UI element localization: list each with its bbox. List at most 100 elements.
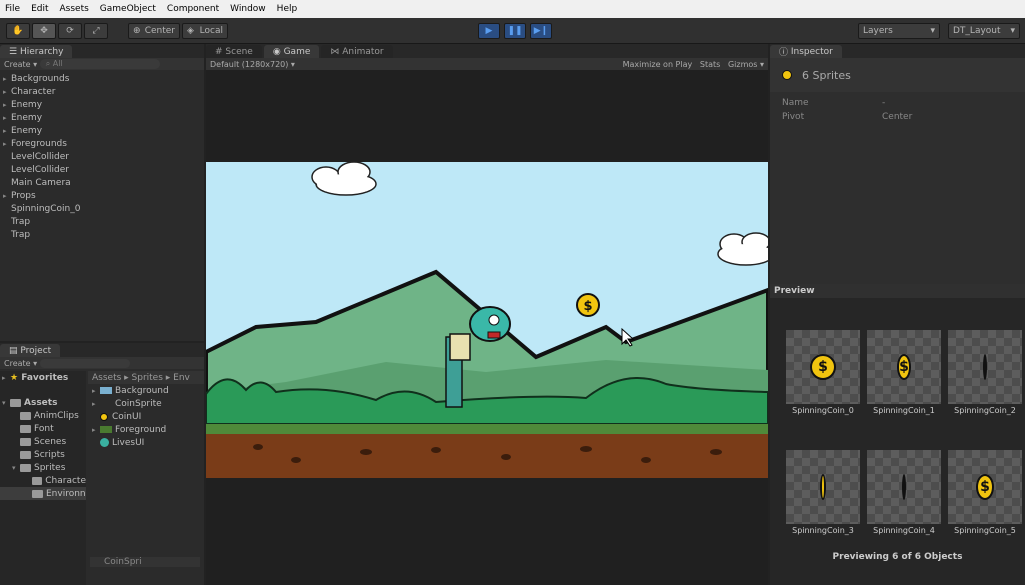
- tab-game[interactable]: ◉ Game: [263, 45, 320, 58]
- inspector-panel: ⓘ Inspector 6 Sprites Name - Pivot Center: [770, 44, 1025, 284]
- resolution-dropdown[interactable]: Default (1280x720) ▾: [210, 60, 295, 69]
- name-value[interactable]: -: [882, 98, 885, 112]
- folder-font[interactable]: Font: [0, 422, 86, 435]
- asset-coinui[interactable]: CoinUI: [88, 410, 204, 423]
- triangle-icon[interactable]: ▸: [3, 140, 11, 148]
- hierarchy-item[interactable]: ▸ Foregrounds: [0, 137, 204, 150]
- preview-thumbnail: [786, 450, 860, 524]
- project-create-button[interactable]: Create: [4, 359, 31, 368]
- menu-component[interactable]: Component: [162, 4, 225, 14]
- hierarchy-item[interactable]: LevelCollider: [0, 163, 204, 176]
- folder-environment[interactable]: Environn: [0, 487, 86, 500]
- triangle-icon[interactable]: ▸: [3, 192, 11, 200]
- hierarchy-item-label: Enemy: [11, 125, 43, 136]
- asset-livesui[interactable]: LivesUI: [88, 436, 204, 449]
- folder-scenes[interactable]: Scenes: [0, 435, 86, 448]
- preview-sprite[interactable]: SpinningCoin_4: [867, 450, 944, 535]
- preview-sprite[interactable]: SpinningCoin_3: [786, 450, 863, 535]
- layers-dropdown[interactable]: Layers ▾: [858, 23, 940, 39]
- dropdown-icon: ▾: [30, 59, 40, 69]
- hierarchy-item[interactable]: Trap: [0, 228, 204, 241]
- layout-dropdown[interactable]: DT_Layout ▾: [948, 23, 1020, 39]
- space-toggle[interactable]: ◈ Local: [182, 23, 228, 39]
- hierarchy-item-label: Backgrounds: [11, 73, 70, 84]
- folder-label: Characte: [45, 475, 86, 486]
- hierarchy-item-label: LevelCollider: [11, 164, 69, 175]
- hierarchy-item[interactable]: ▸ Backgrounds: [0, 72, 204, 85]
- menu-edit[interactable]: Edit: [26, 4, 54, 14]
- coin-icon: [902, 474, 906, 500]
- pause-icon: ❚❚: [507, 26, 523, 36]
- hierarchy-item[interactable]: ▸ Enemy: [0, 124, 204, 137]
- play-button[interactable]: ▶: [478, 23, 500, 39]
- pivot-toggle[interactable]: ⊕ Center: [128, 23, 180, 39]
- hierarchy-item[interactable]: ▸ Enemy: [0, 98, 204, 111]
- triangle-icon[interactable]: ▸: [3, 101, 11, 109]
- hierarchy-item[interactable]: SpinningCoin_0: [0, 202, 204, 215]
- project-search-input[interactable]: [39, 358, 130, 368]
- folder-animclips[interactable]: AnimClips: [0, 409, 86, 422]
- tab-inspector[interactable]: ⓘ Inspector: [770, 45, 842, 58]
- triangle-icon[interactable]: ▸: [3, 75, 11, 83]
- game-icon: ◉: [272, 46, 284, 57]
- scale-tool-button[interactable]: ⤢: [84, 23, 108, 39]
- menu-file[interactable]: File: [0, 4, 26, 14]
- triangle-icon: ▸: [92, 386, 96, 395]
- hand-tool-button[interactable]: ✋: [6, 23, 30, 39]
- tab-animator[interactable]: ⋈ Animator: [321, 45, 393, 58]
- hierarchy-item[interactable]: ▸ Props: [0, 189, 204, 202]
- triangle-icon[interactable]: ▸: [3, 127, 11, 135]
- preview-sprite-label: SpinningCoin_0: [792, 406, 854, 415]
- hierarchy-item[interactable]: Trap: [0, 215, 204, 228]
- hierarchy-item-label: Enemy: [11, 112, 43, 123]
- triangle-icon[interactable]: ▸: [3, 114, 11, 122]
- folder-label: Sprites: [34, 462, 66, 473]
- tab-hierarchy[interactable]: ☰ Hierarchy: [0, 45, 73, 58]
- favorites-item[interactable]: ▸ ★ Favorites: [0, 371, 86, 384]
- asset-background[interactable]: ▸ Background: [88, 384, 204, 397]
- project-tabbar: ▤ Project: [0, 343, 204, 357]
- tab-scene[interactable]: # Scene: [206, 45, 262, 58]
- preview-sprite[interactable]: $ SpinningCoin_1: [867, 330, 944, 415]
- gizmos-dropdown[interactable]: Gizmos: [728, 60, 757, 69]
- hierarchy-item[interactable]: ▸ Character: [0, 85, 204, 98]
- folder-characters[interactable]: Characte: [0, 474, 86, 487]
- folder-icon: [32, 489, 43, 498]
- menu-gameobject[interactable]: GameObject: [95, 4, 162, 14]
- hierarchy-search-input[interactable]: ⌕ All: [39, 59, 160, 69]
- step-button[interactable]: ▶❙: [530, 23, 552, 39]
- rotate-icon: ⟳: [66, 26, 74, 36]
- stats-toggle[interactable]: Stats: [700, 60, 720, 69]
- preview-sprite[interactable]: $ SpinningCoin_0: [786, 330, 863, 415]
- hierarchy-item[interactable]: LevelCollider: [0, 150, 204, 163]
- folder-sprites[interactable]: ▾ Sprites: [0, 461, 86, 474]
- maximize-on-play-toggle[interactable]: Maximize on Play: [623, 60, 693, 69]
- preview-sprite[interactable]: SpinningCoin_2: [948, 330, 1025, 415]
- folder-icon: [20, 424, 31, 433]
- pause-button[interactable]: ❚❚: [504, 23, 526, 39]
- triangle-icon[interactable]: ▸: [3, 88, 11, 96]
- menu-assets[interactable]: Assets: [55, 4, 95, 14]
- folder-scripts[interactable]: Scripts: [0, 448, 86, 461]
- hierarchy-search-placeholder: All: [52, 59, 63, 68]
- game-viewport[interactable]: $: [206, 162, 768, 478]
- tab-project[interactable]: ▤ Project: [0, 344, 61, 357]
- asset-coinsprite[interactable]: ▸ CoinSprite: [88, 397, 204, 410]
- preview-sprite[interactable]: $ SpinningCoin_5: [948, 450, 1025, 535]
- project-breadcrumb[interactable]: Assets ▸ Sprites ▸ Env: [88, 371, 204, 384]
- rotate-tool-button[interactable]: ⟳: [58, 23, 82, 39]
- menu-help[interactable]: Help: [272, 4, 304, 14]
- folder-assets[interactable]: ▾ Assets: [0, 396, 86, 409]
- hierarchy-item-label: LevelCollider: [11, 151, 69, 162]
- hierarchy-item[interactable]: Main Camera: [0, 176, 204, 189]
- asset-label: CoinSprite: [115, 398, 162, 409]
- asset-foreground[interactable]: ▸ Foreground: [88, 423, 204, 436]
- menu-window[interactable]: Window: [225, 4, 272, 14]
- preview-sprite-label: SpinningCoin_3: [792, 526, 854, 535]
- inspector-title: 6 Sprites: [802, 68, 851, 82]
- hierarchy-item[interactable]: ▸ Enemy: [0, 111, 204, 124]
- hierarchy-create-button[interactable]: Create: [4, 60, 31, 69]
- pivot-value[interactable]: Center: [882, 112, 912, 126]
- project-panel: ▤ Project Create ▾ ▸ ★ Favorites ▾ Assets …: [0, 343, 204, 585]
- move-tool-button[interactable]: ✥: [32, 23, 56, 39]
